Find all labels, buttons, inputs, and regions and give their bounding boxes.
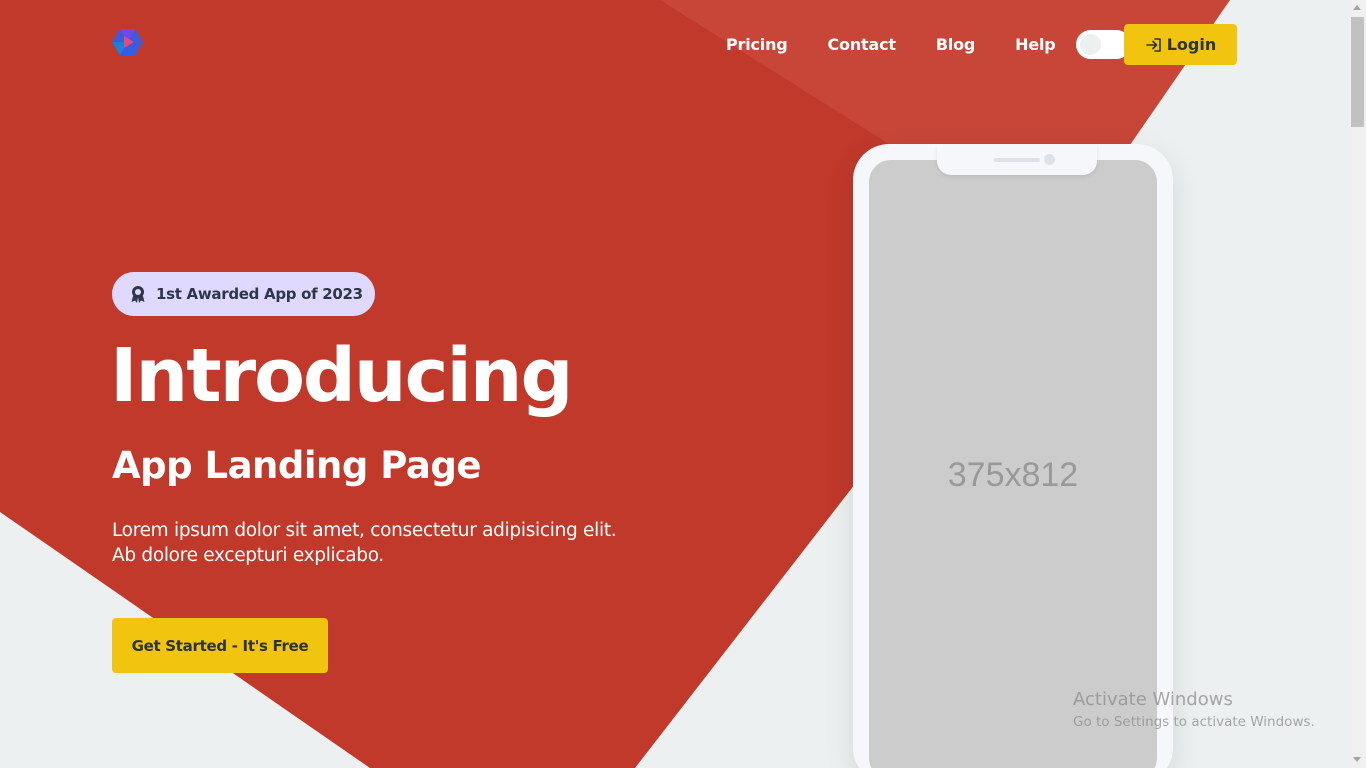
main-nav: Pricing Contact Blog Help [700,24,1131,65]
scroll-down-arrow-icon[interactable] [1353,757,1361,762]
watermark-subtitle: Go to Settings to activate Windows. [1073,714,1315,730]
hero-title: Introducing [110,333,573,419]
phone-mockup: 375x812 [853,144,1173,768]
login-button[interactable]: Login [1124,24,1237,65]
nav-pricing-link[interactable]: Pricing [726,35,788,54]
hero-subtitle: App Landing Page [112,444,481,487]
toggle-knob [1079,34,1101,55]
hero-description: Lorem ipsum dolor sit amet, consectetur … [112,520,617,566]
phone-screen-placeholder: 375x812 [869,160,1157,768]
windows-activation-watermark: Activate Windows Go to Settings to activ… [1073,688,1315,732]
nav-blog-link[interactable]: Blog [936,35,976,54]
phone-camera [1044,154,1055,165]
award-badge: 1st Awarded App of 2023 [112,272,375,316]
page-scrollbar[interactable] [1349,0,1366,768]
badge-text: 1st Awarded App of 2023 [156,285,363,303]
phone-notch [937,144,1097,175]
award-ribbon-icon [131,286,145,303]
scrollbar-thumb[interactable] [1351,17,1364,127]
nav-contact-link[interactable]: Contact [828,35,897,54]
screen-size-label: 375x812 [947,456,1079,494]
watermark-title: Activate Windows [1073,689,1233,710]
get-started-button[interactable]: Get Started - It's Free [112,618,328,673]
nav-help-link[interactable]: Help [1015,35,1056,54]
app-logo-icon[interactable] [112,27,143,57]
theme-toggle[interactable] [1075,30,1131,59]
scroll-up-arrow-icon[interactable] [1353,5,1361,10]
login-label: Login [1166,35,1217,54]
phone-speaker [994,158,1040,162]
login-arrow-icon [1145,37,1161,52]
